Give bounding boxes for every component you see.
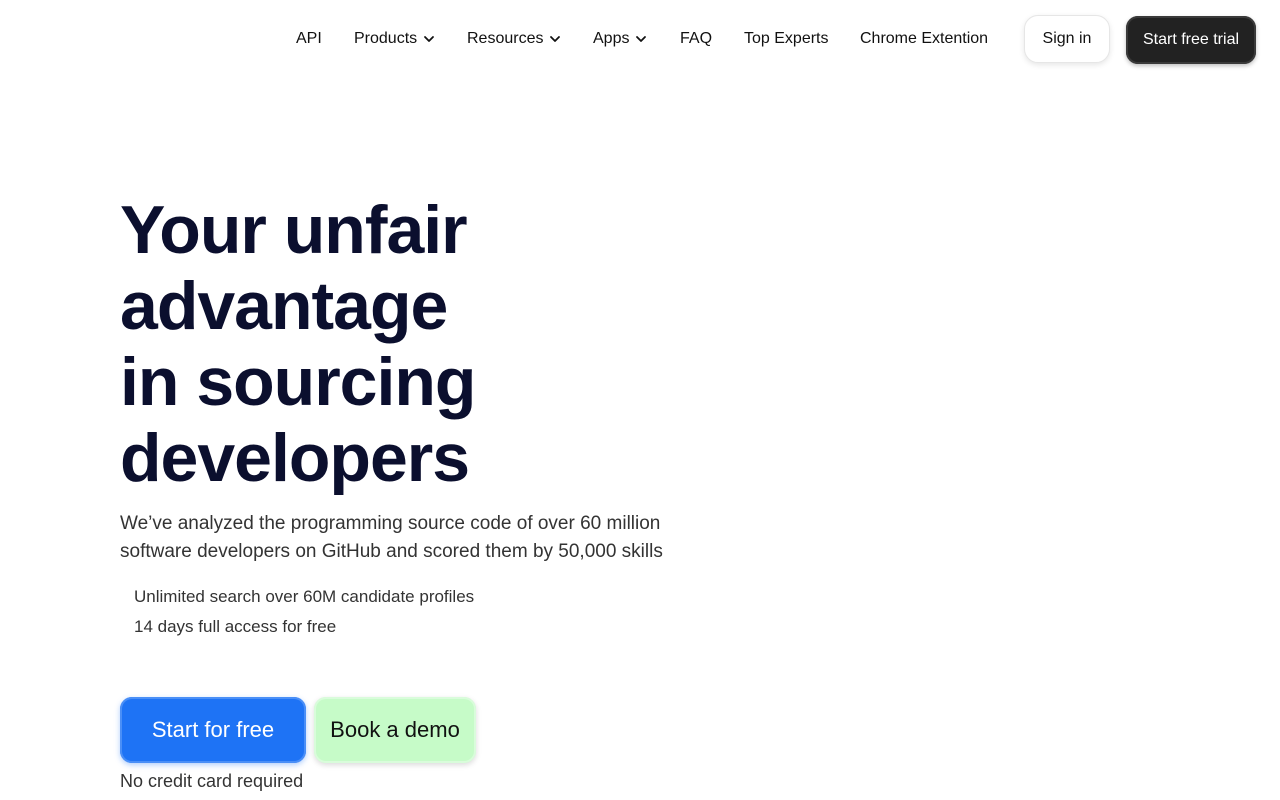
hero-title-line: Your unfair — [120, 192, 468, 268]
nav-item-products[interactable]: Products — [354, 28, 435, 50]
start-for-free-label: Start for free — [151, 717, 275, 742]
hero-title-line: developers — [120, 420, 470, 496]
nav-item-top-experts[interactable]: Top Experts — [744, 28, 828, 50]
nav-item-label: Resources — [467, 30, 544, 47]
nav-item-apps[interactable]: Apps — [593, 28, 647, 50]
chevron-down-icon — [423, 33, 435, 45]
nav-item-label: Products — [354, 30, 418, 47]
feature-list: Unlimited search over 60M candidate prof… — [134, 582, 474, 642]
no-credit-card-note: No credit card required — [120, 771, 304, 791]
nav-item-label: FAQ — [680, 30, 713, 47]
feature-item: 14 days full access for free — [134, 617, 337, 636]
hero-title-line: advantage — [120, 268, 448, 344]
sign-in-button[interactable]: Sign in — [1024, 15, 1110, 63]
nav-item-resources[interactable]: Resources — [467, 28, 561, 50]
nav-item-api[interactable]: API — [296, 28, 322, 50]
start-for-free-button[interactable]: Start for free — [120, 697, 306, 763]
nav-item-label: Top Experts — [744, 30, 829, 47]
sign-in-label: Sign in — [1042, 30, 1092, 47]
book-demo-label: Book a demo — [330, 717, 460, 742]
nav-item-chrome-extension[interactable]: Chrome Extention — [860, 28, 988, 50]
nav-item-label: API — [296, 30, 322, 47]
start-free-trial-label: Start free trial — [1142, 31, 1240, 48]
hero-subtitle: We’ve analyzed the programming source co… — [120, 513, 663, 562]
chevron-down-icon — [635, 33, 647, 45]
chevron-down-icon — [549, 33, 561, 45]
book-demo-button[interactable]: Book a demo — [314, 697, 476, 763]
nav-item-faq[interactable]: FAQ — [680, 28, 712, 50]
hero-title-line: in sourcing — [120, 344, 476, 420]
nav-item-label: Chrome Extention — [860, 30, 989, 47]
top-navigation: API Products Resources Apps FAQ Top Expe… — [0, 0, 1280, 80]
start-free-trial-button[interactable]: Start free trial — [1126, 16, 1256, 64]
nav-item-label: Apps — [593, 30, 630, 47]
feature-item: Unlimited search over 60M candidate prof… — [134, 587, 475, 606]
hero-title: Your unfair advantage in sourcing develo… — [120, 192, 476, 496]
